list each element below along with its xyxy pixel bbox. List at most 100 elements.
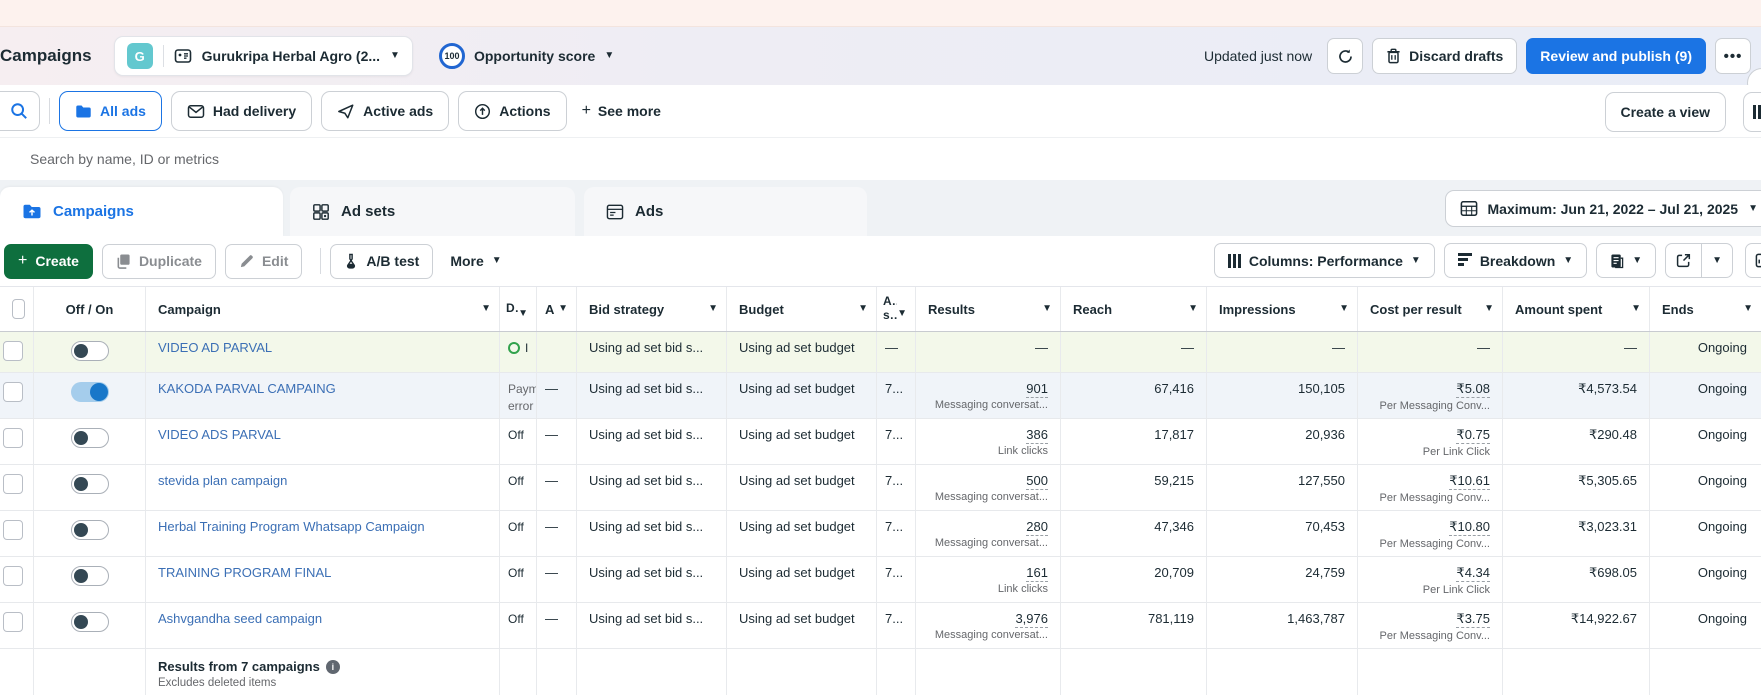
columns-icon <box>1228 254 1241 268</box>
envelope-icon <box>187 104 205 119</box>
row-checkbox[interactable] <box>3 520 23 540</box>
select-all-checkbox[interactable] <box>12 299 25 319</box>
filter-had-delivery[interactable]: Had delivery <box>171 91 312 131</box>
chevron-down-icon: ▼ <box>1563 256 1573 266</box>
account-selector[interactable]: G Gurukripa Herbal Agro (2... ▼ <box>114 36 413 76</box>
export-button[interactable] <box>1666 244 1701 277</box>
campaign-toggle[interactable] <box>71 382 109 402</box>
row-checkbox[interactable] <box>3 566 23 586</box>
edit-button[interactable]: Edit <box>225 244 302 279</box>
table-row: stevida plan campaign Off — Using ad set… <box>0 465 1761 511</box>
chart-icon <box>1755 253 1761 268</box>
campaign-link[interactable]: VIDEO ADS PARVAL <box>158 427 281 442</box>
chevron-down-icon: ▼ <box>1411 256 1421 266</box>
business-portfolio-icon <box>174 47 192 65</box>
sort-caret-icon: ▼ <box>897 309 907 319</box>
campaign-toggle[interactable] <box>71 428 109 448</box>
col-bid-strategy[interactable]: Bid strategy▼ <box>577 287 727 331</box>
col-reach[interactable]: Reach▼ <box>1061 287 1207 331</box>
search-table-button-partial[interactable] <box>1745 243 1761 278</box>
open-external-icon <box>1676 253 1691 268</box>
col-actions[interactable]: A▼ <box>537 287 577 331</box>
discard-drafts-button[interactable]: Discard drafts <box>1372 38 1517 74</box>
notification-banner-edge <box>0 0 1761 27</box>
breakdown-button[interactable]: Breakdown ▼ <box>1444 243 1587 278</box>
campaign-link[interactable]: Ashvgandha seed campaign <box>158 611 322 626</box>
campaigns-table: Off / On Campaign▼ D…▼ A▼ Bid strategy▼ … <box>0 286 1761 695</box>
level-tabs: Campaigns Ad sets Ads Maximum: Jun 21, 2… <box>0 180 1761 236</box>
ab-test-button[interactable]: A/B test <box>330 244 433 279</box>
filter-all-ads[interactable]: All ads <box>59 91 162 131</box>
more-options-button[interactable]: ••• <box>1715 38 1751 74</box>
campaign-link[interactable]: TRAINING PROGRAM FINAL <box>158 565 331 580</box>
table-row: TRAINING PROGRAM FINAL Off — Using ad se… <box>0 557 1761 603</box>
sort-caret-icon: ▼ <box>518 309 528 319</box>
reports-button[interactable]: ▼ <box>1596 243 1656 278</box>
col-delivery[interactable]: D…▼ <box>500 287 537 331</box>
col-cost-per-result[interactable]: Cost per result▼ <box>1358 287 1503 331</box>
tab-campaigns[interactable]: Campaigns <box>0 187 283 236</box>
row-checkbox[interactable] <box>3 341 23 361</box>
review-and-publish-button[interactable]: Review and publish (9) <box>1526 38 1706 74</box>
campaign-link[interactable]: stevida plan campaign <box>158 473 287 488</box>
more-button[interactable]: More ▼ <box>442 244 509 279</box>
row-checkbox[interactable] <box>3 382 23 402</box>
search-filter-button[interactable] <box>0 91 40 131</box>
col-attribution[interactable]: A… s…▼ <box>877 287 916 331</box>
duplicate-button[interactable]: Duplicate <box>102 244 216 279</box>
sort-caret-icon: ▼ <box>858 304 868 314</box>
info-icon[interactable]: i <box>326 660 340 674</box>
col-budget[interactable]: Budget▼ <box>727 287 877 331</box>
campaign-toggle[interactable] <box>71 341 109 361</box>
page-title: Campaigns <box>0 46 92 66</box>
col-campaign[interactable]: Campaign▼ <box>146 287 500 331</box>
export-options-button[interactable]: ▼ <box>1701 244 1732 277</box>
sort-caret-icon: ▼ <box>1743 304 1753 314</box>
table-row: Herbal Training Program Whatsapp Campaig… <box>0 511 1761 557</box>
col-impressions[interactable]: Impressions▼ <box>1207 287 1358 331</box>
opportunity-score-ring: 100 <box>439 43 465 69</box>
table-row: Ashvgandha seed campaign Off — Using ad … <box>0 603 1761 649</box>
create-view-button[interactable]: Create a view <box>1605 92 1727 132</box>
columns-button[interactable]: Columns: Performance ▼ <box>1214 243 1435 278</box>
view-settings-button-partial[interactable] <box>1743 92 1761 132</box>
app-header: Campaigns G Gurukripa Herbal Agro (2... … <box>0 27 1761 85</box>
duplicate-icon <box>116 253 131 269</box>
results-summary: Results from 7 campaigns i <box>158 659 487 674</box>
export-split-button: ▼ <box>1665 243 1733 278</box>
row-checkbox[interactable] <box>3 428 23 448</box>
sort-caret-icon: ▼ <box>558 304 568 314</box>
create-button[interactable]: + Create <box>4 244 93 279</box>
row-checkbox[interactable] <box>3 612 23 632</box>
row-checkbox[interactable] <box>3 474 23 494</box>
sort-caret-icon: ▼ <box>481 304 491 314</box>
campaign-link[interactable]: KAKODA PARVAL CAMPAING <box>158 381 336 396</box>
search-icon <box>10 102 28 120</box>
sort-caret-icon: ▼ <box>1484 304 1494 314</box>
chevron-down-icon: ▼ <box>604 51 614 61</box>
filter-active-ads[interactable]: Active ads <box>321 91 449 131</box>
in-draft-icon <box>508 342 520 354</box>
tab-ads[interactable]: Ads <box>584 187 867 236</box>
campaign-toggle[interactable] <box>71 474 109 494</box>
campaign-link[interactable]: Herbal Training Program Whatsapp Campaig… <box>158 519 425 534</box>
search-input[interactable] <box>30 151 630 167</box>
campaign-link[interactable]: VIDEO AD PARVAL <box>158 340 272 355</box>
chevron-down-icon: ▼ <box>1712 256 1722 266</box>
col-ends[interactable]: Ends▼ <box>1650 287 1761 331</box>
col-results[interactable]: Results▼ <box>916 287 1061 331</box>
filter-actions[interactable]: Actions <box>458 91 566 131</box>
col-amount-spent[interactable]: Amount spent▼ <box>1503 287 1650 331</box>
plus-icon: + <box>582 102 591 120</box>
see-more-filters[interactable]: + See more <box>582 102 661 120</box>
opportunity-score[interactable]: 100 Opportunity score ▼ <box>439 43 614 69</box>
date-range-selector[interactable]: Maximum: Jun 21, 2022 – Jul 21, 2025 ▼ <box>1445 190 1761 227</box>
search-row <box>0 138 1761 180</box>
refresh-button[interactable] <box>1327 38 1363 74</box>
tab-ad-sets[interactable]: Ad sets <box>290 187 575 236</box>
ellipsis-icon: ••• <box>1724 48 1743 65</box>
campaign-toggle[interactable] <box>71 566 109 586</box>
pencil-icon <box>239 254 254 269</box>
campaign-toggle[interactable] <box>71 520 109 540</box>
campaign-toggle[interactable] <box>71 612 109 632</box>
